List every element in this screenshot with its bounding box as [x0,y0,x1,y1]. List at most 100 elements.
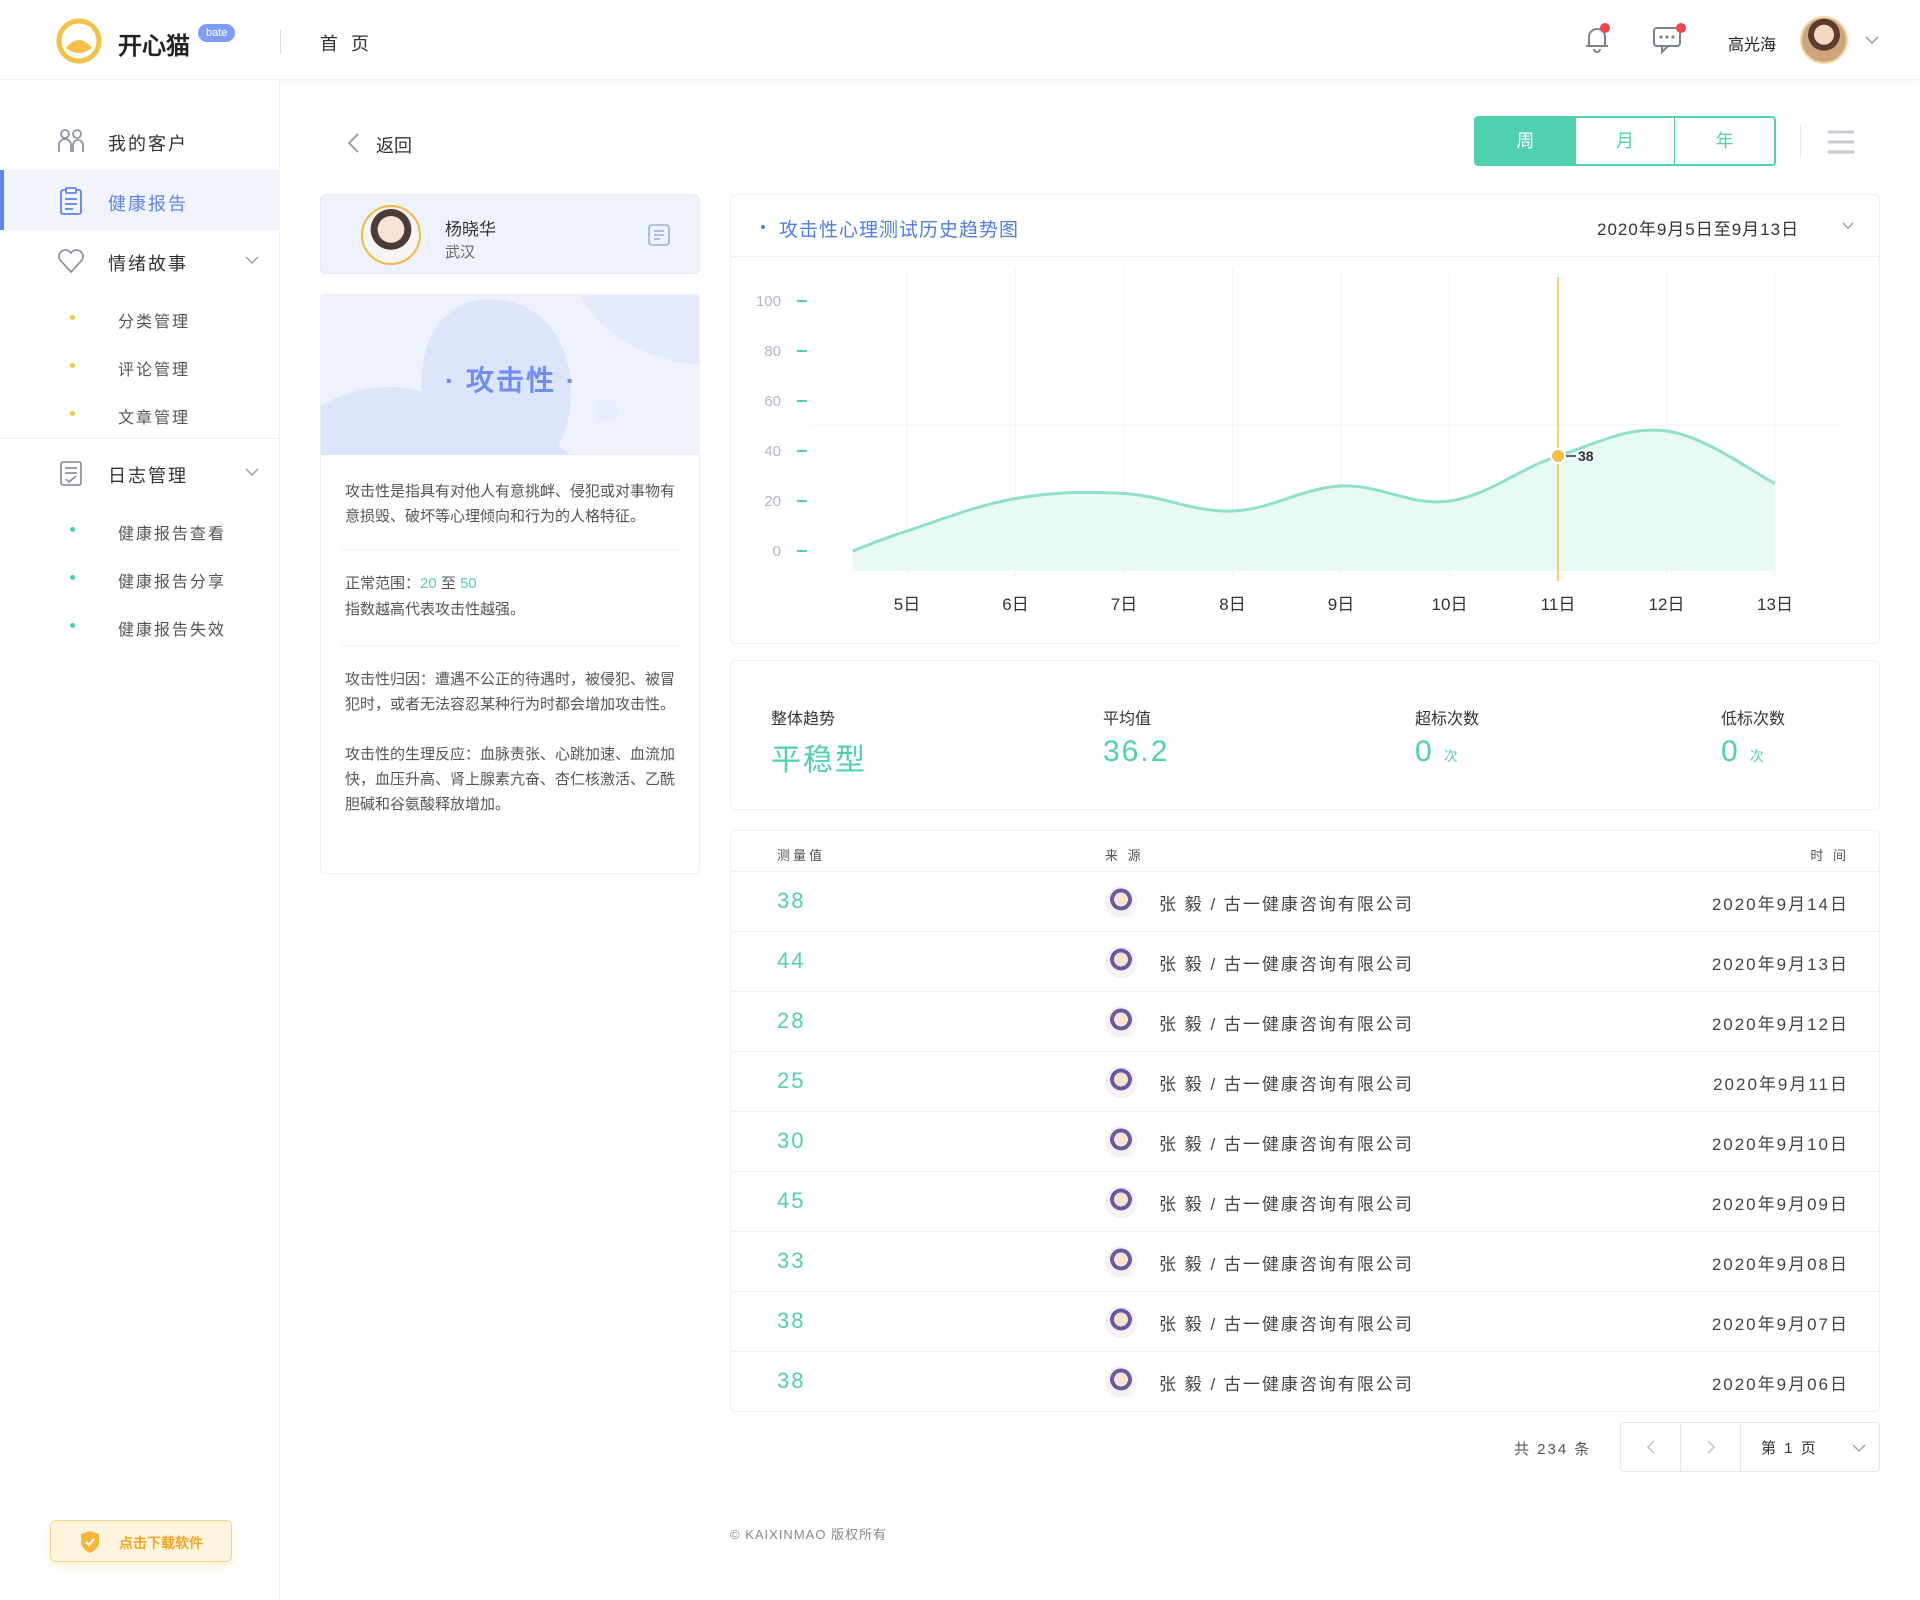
stat-over: 0次 [1415,735,1458,769]
table-row[interactable]: 28 张 毅 / 古一健康咨询有限公司 2020年9月12日 [731,991,1879,1051]
cell-value: 38 [777,1368,806,1393]
chevron-left-icon [1646,1440,1655,1454]
page-select[interactable]: 第 1 页 [1761,1437,1818,1458]
y-tick-label: 60 [764,393,781,410]
cell-value: 44 [777,948,806,973]
tab-month[interactable]: 月 [1575,118,1676,164]
stat-over-label: 超标次数 [1415,711,1480,728]
tab-year[interactable]: 年 [1675,118,1774,164]
x-tick-label: 11日 [1541,595,1576,614]
menu-icon[interactable] [1826,128,1856,156]
x-tick-label: 5日 [894,595,920,614]
cell-value: 33 [777,1248,806,1273]
sidebar-subitem-comments[interactable]: 评论管理 [0,342,280,390]
avatar [1105,1006,1137,1038]
chevron-right-icon [1707,1440,1716,1454]
avatar [1105,1306,1137,1338]
column-header-time: 时 间 [1810,848,1849,863]
chevron-down-icon[interactable] [1841,219,1855,233]
range-min: 20 [420,575,437,592]
avatar [1105,1366,1137,1398]
bullet-dot [70,623,75,628]
range-label: 正常范围： [345,575,421,592]
series-area [852,430,1775,571]
prev-page-button[interactable] [1621,1423,1681,1471]
sidebar-subitem-category[interactable]: 分类管理 [0,294,280,342]
table-row[interactable]: 44 张 毅 / 古一健康咨询有限公司 2020年9月13日 [731,931,1879,991]
back-label: 返回 [376,136,412,156]
chevron-down-icon [245,468,259,477]
home-link[interactable]: 首 页 [320,30,373,56]
sidebar-item-emotion-story[interactable]: 情绪故事 [0,230,280,290]
sidebar-subitem-label: 健康报告分享 [118,574,227,591]
cell-time: 2020年9月13日 [1711,955,1849,974]
sidebar-subitem-report-view[interactable]: 健康报告查看 [0,506,280,554]
sidebar-subitem-label: 健康报告查看 [118,526,227,543]
version-badge: bate [198,24,236,42]
chevron-down-icon[interactable] [1851,1440,1867,1456]
date-range-select[interactable]: 2020年9月5日至9月13日 [1597,215,1799,240]
table-row[interactable]: 38 张 毅 / 古一健康咨询有限公司 2020年9月07日 [731,1291,1879,1351]
x-tick-label: 6日 [1002,595,1028,614]
document-icon[interactable] [647,223,671,247]
column-header-source: 来 源 [1105,848,1144,863]
bullet-dot [70,411,75,416]
range-max: 50 [460,575,477,592]
table-row[interactable]: 45 张 毅 / 古一健康咨询有限公司 2020年9月09日 [731,1171,1879,1231]
notification-dot [1600,23,1610,33]
table-row[interactable]: 33 张 毅 / 古一健康咨询有限公司 2020年9月08日 [731,1231,1879,1291]
clipboard-icon [60,187,82,215]
customers-icon [58,129,84,152]
cell-value: 25 [777,1068,806,1093]
top-header: 开心猫 bate 首 页 高光海 [0,0,1920,80]
total-count: 共 234 条 [1514,1441,1592,1458]
sidebar-subitem-articles[interactable]: 文章管理 [0,390,280,438]
user-name[interactable]: 高光海 [1728,31,1776,55]
header-divider [280,30,281,54]
cell-source: 张 毅 / 古一健康咨询有限公司 [1159,1015,1414,1034]
table-row[interactable]: 38 张 毅 / 古一健康咨询有限公司 2020年9月06日 [731,1351,1879,1411]
next-page-button[interactable] [1681,1423,1741,1471]
sidebar-divider [0,438,280,439]
cell-source: 张 毅 / 古一健康咨询有限公司 [1159,1375,1414,1394]
chart-title: 攻击性心理测试历史趋势图 [779,220,1020,241]
trend-chart-card: 攻击性心理测试历史趋势图 2020年9月5日至9月13日 0 20 40 60 80 10… [730,194,1881,644]
cell-time: 2020年9月11日 [1713,1075,1849,1094]
sidebar-item-customers[interactable]: 我的客户 [0,110,280,170]
stat-trend-value: 平稳型 [771,744,867,777]
sidebar-item-log-management[interactable]: 日志管理 [0,442,280,502]
attribute-card: · 攻击性 · 攻击性是指具有对他人有意挑衅、侵犯或对事物有意损毁、破坏等心理倾… [320,294,700,874]
avatar [1105,1126,1137,1158]
avatar [1105,1066,1137,1098]
shield-icon [81,1531,99,1553]
chevron-left-icon [347,133,359,153]
x-tick-label: 10日 [1432,595,1468,614]
cell-source: 张 毅 / 古一健康咨询有限公司 [1159,1195,1414,1214]
stat-average-label: 平均值 [1103,711,1152,728]
y-tick-label: 80 [764,343,781,360]
download-software-button[interactable]: 点击下载软件 [50,1520,232,1562]
cell-time: 2020年9月06日 [1711,1375,1849,1394]
message-dot [1676,23,1686,33]
cell-time: 2020年9月08日 [1711,1255,1849,1274]
download-label: 点击下载软件 [119,1535,203,1551]
cell-source: 张 毅 / 古一健康咨询有限公司 [1159,955,1414,974]
log-icon [60,461,82,486]
heart-icon [58,249,84,274]
cell-time: 2020年9月14日 [1711,895,1849,914]
sidebar-subitem-report-share[interactable]: 健康报告分享 [0,554,280,602]
table-row[interactable]: 25 张 毅 / 古一健康咨询有限公司 2020年9月11日 [731,1051,1879,1111]
stat-under-unit: 次 [1749,748,1764,764]
period-tabs: 周 月 年 [1474,116,1776,166]
sidebar-item-health-report[interactable]: 健康报告 [0,170,280,230]
sidebar-subitem-label: 评论管理 [118,362,191,379]
table-row[interactable]: 30 张 毅 / 古一健康咨询有限公司 2020年9月10日 [731,1111,1879,1171]
user-avatar[interactable] [1800,16,1848,64]
table-row[interactable]: 38 张 毅 / 古一健康咨询有限公司 2020年9月14日 [731,871,1879,931]
highlight-label: 38 [1578,448,1594,464]
stat-under-label: 低标次数 [1721,711,1786,728]
chevron-down-icon[interactable] [1864,32,1880,48]
tab-week[interactable]: 周 [1476,118,1576,164]
cell-source: 张 毅 / 古一健康咨询有限公司 [1159,1135,1414,1154]
sidebar-subitem-report-expired[interactable]: 健康报告失效 [0,602,280,650]
